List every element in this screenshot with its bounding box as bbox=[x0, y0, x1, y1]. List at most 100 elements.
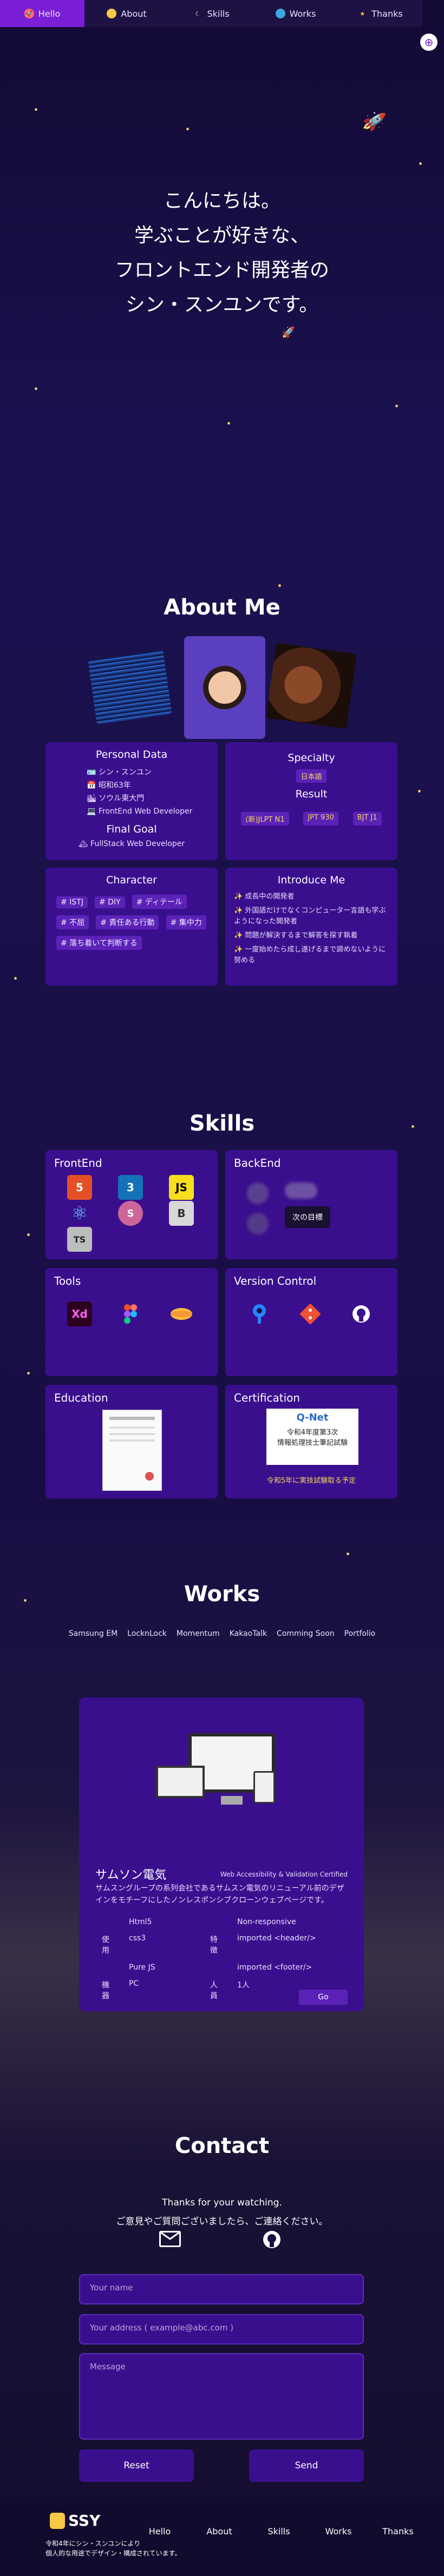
table-cell bbox=[204, 1959, 231, 1976]
reset-button[interactable]: Reset bbox=[79, 2449, 194, 2482]
table-cell: 機器 bbox=[102, 1981, 109, 2000]
nav-item-works[interactable]: Works bbox=[253, 0, 338, 27]
star-decoration bbox=[278, 584, 281, 587]
table-cell: Pure JS bbox=[129, 1963, 155, 1972]
email-field[interactable]: Your address ( example@abc.com ) bbox=[79, 2314, 364, 2344]
send-button[interactable]: Send bbox=[249, 2449, 364, 2482]
html5-icon: 5 bbox=[67, 1175, 92, 1200]
table-cell: 使用 bbox=[102, 1936, 109, 1955]
table-cell: 特徴 bbox=[210, 1936, 218, 1955]
nav-item-label: Thanks bbox=[371, 8, 403, 19]
go-button[interactable]: Go bbox=[299, 1990, 348, 2005]
qnet-logo: Q-Net bbox=[296, 1412, 329, 1423]
works-tab[interactable]: Portfolio bbox=[344, 1629, 376, 1638]
coffee-grinder-image bbox=[265, 643, 357, 729]
star-decoration bbox=[347, 1553, 349, 1555]
skills-title: Skills bbox=[189, 1111, 255, 1136]
moon-icon: ☾ bbox=[195, 10, 201, 17]
card-heading: Version Control bbox=[234, 1274, 317, 1287]
introduce-item: ✨ 外国語だけでなくコンピューター言語も学ぶようになった開発者 bbox=[234, 907, 386, 926]
rocket-icon: 🚀 bbox=[282, 326, 295, 339]
star-decoration bbox=[395, 405, 398, 407]
card-heading: Specialty bbox=[288, 752, 335, 764]
introduce-text: 成長中の開発者 bbox=[245, 893, 295, 901]
nav-bar: 🚀 Hello About ☾ Skills Works ★ Thanks bbox=[0, 0, 422, 27]
table-cell bbox=[95, 1959, 122, 1976]
hero-line: シン・スンユンです。 bbox=[125, 294, 319, 316]
frontend-card: FrontEnd 5 3 JS ⚛ S B TS bbox=[45, 1150, 218, 1259]
introduce-item: ✨ 問題が解決するまで解答を探す執着 bbox=[234, 932, 358, 940]
personal-birth: 昭和63年 bbox=[98, 781, 131, 790]
rocket-icon: 🚀 bbox=[361, 109, 388, 135]
footer-copyright: 個人的な用途でデザイン・構成されています。 bbox=[45, 2549, 181, 2557]
about-title: About Me bbox=[164, 595, 280, 620]
result-item: JPT 930 bbox=[303, 812, 338, 825]
personal-data-card: Personal Data 🪪 シン・スンユン 📅 昭和63年 🏙 ソウル東大門… bbox=[45, 742, 218, 860]
education-card: Education bbox=[45, 1385, 218, 1498]
footer-link[interactable]: Thanks bbox=[368, 2526, 428, 2537]
footer-link[interactable]: Works bbox=[309, 2526, 368, 2537]
character-tag: # ディテール bbox=[132, 895, 187, 909]
nav-item-label: Works bbox=[289, 8, 316, 19]
star-decoration bbox=[418, 790, 421, 792]
nav-item-thanks[interactable]: ★ Thanks bbox=[338, 0, 422, 27]
footer-link[interactable]: Skills bbox=[249, 2526, 309, 2537]
javascript-icon: JS bbox=[169, 1175, 194, 1200]
introduce-item: ✨ 成長中の開発者 bbox=[234, 893, 295, 901]
work-certified: Web Accessibility & Validation Certified bbox=[220, 1871, 348, 1878]
table-cell: css3 bbox=[129, 1934, 146, 1943]
message-field[interactable]: Message bbox=[79, 2353, 364, 2440]
works-tab[interactable]: LocknLock bbox=[127, 1629, 167, 1638]
personal-name: シン・スンユン bbox=[98, 768, 152, 777]
works-tab[interactable]: Samsung EM bbox=[69, 1629, 117, 1638]
avatar bbox=[184, 636, 265, 739]
logo-badge-icon bbox=[50, 2512, 65, 2529]
goal-text: FullStack Web Developer bbox=[90, 840, 185, 848]
nav-item-hello[interactable]: 🚀 Hello bbox=[0, 0, 84, 27]
next-goal-badge: 次の目標 bbox=[285, 1206, 330, 1228]
footer-nav: Hello About Skills Works Thanks bbox=[130, 2526, 428, 2537]
table-cell bbox=[204, 1914, 231, 1930]
works-tab[interactable]: Momentum bbox=[177, 1629, 220, 1638]
works-tab[interactable]: KakaoTalk bbox=[230, 1629, 267, 1638]
personal-item: 📅 昭和63年 bbox=[87, 781, 131, 790]
nav-item-about[interactable]: About bbox=[84, 0, 169, 27]
footer-logo[interactable]: SSY bbox=[50, 2512, 100, 2529]
mail-icon[interactable] bbox=[159, 2231, 181, 2247]
adobe-xd-icon: Xd bbox=[67, 1302, 92, 1326]
github-icon bbox=[349, 1302, 374, 1326]
react-icon: ⚛ bbox=[71, 1203, 88, 1224]
table-cell: 人員 bbox=[210, 1981, 218, 2000]
table-row: Html5 Non-responsive bbox=[95, 1914, 348, 1930]
star-decoration bbox=[14, 977, 17, 980]
personal-job: FrontEnd Web Developer bbox=[98, 807, 193, 816]
works-tab[interactable]: Comming Soon bbox=[277, 1629, 335, 1638]
card-heading: Education bbox=[54, 1391, 108, 1404]
name-field[interactable]: Your name bbox=[79, 2274, 364, 2304]
personal-item: 🏙 ソウル東大門 bbox=[87, 794, 145, 803]
card-heading: FrontEnd bbox=[54, 1157, 102, 1170]
top-navigation: 🚀 Hello About ☾ Skills Works ★ Thanks ⊕ bbox=[0, 0, 444, 51]
rocket-icon: 🚀 bbox=[24, 9, 34, 18]
footer-link[interactable]: Hello bbox=[130, 2526, 190, 2537]
about-photos bbox=[87, 633, 357, 741]
character-card: Character # ISTJ # DIY # ディテール # 不屈 # 責任… bbox=[45, 868, 218, 986]
personal-home: ソウル東大門 bbox=[99, 794, 145, 803]
table-cell: Html5 bbox=[129, 1918, 152, 1926]
star-decoration bbox=[419, 162, 422, 165]
nav-item-label: About bbox=[121, 8, 147, 19]
certificate-badge: Q-Net 令和4年度第3次 情報処理技士筆記試験 bbox=[266, 1409, 358, 1465]
introduce-item: ✨ 一度始めたら成し遂げるまで諦めないように努める bbox=[234, 946, 386, 965]
sun-icon bbox=[107, 9, 117, 18]
github-icon[interactable] bbox=[262, 2230, 282, 2251]
character-tag: # 落ち着いて判断する bbox=[56, 936, 142, 950]
sourcetree-icon bbox=[247, 1302, 272, 1326]
introduce-card: Introduce Me ✨ 成長中の開発者 ✨ 外国語だけでなくコンピューター… bbox=[225, 868, 397, 986]
contact-thanks: Thanks for your watching. bbox=[162, 2197, 282, 2208]
globe-icon[interactable]: ⊕ bbox=[420, 34, 438, 51]
hero-greeting: こんにちは。 学ぶことが好きな、 フロントエンド開発者の シン・スンユンです。 bbox=[0, 184, 444, 322]
star-decoration bbox=[186, 128, 189, 130]
footer-link[interactable]: About bbox=[190, 2526, 249, 2537]
table-cell: imported <footer/> bbox=[237, 1963, 312, 1972]
nav-item-skills[interactable]: ☾ Skills bbox=[169, 0, 253, 27]
